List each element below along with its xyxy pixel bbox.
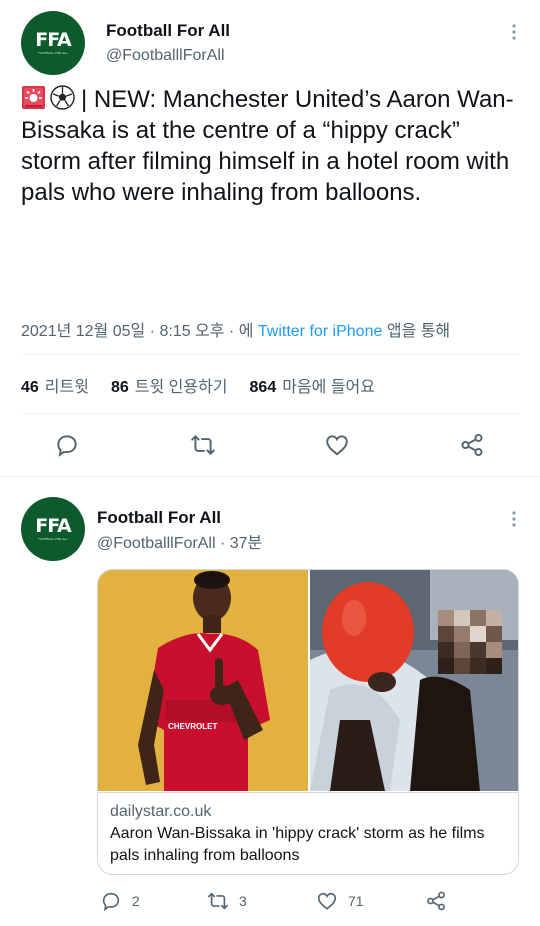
tweet-body: | NEW: Manchester United’s Aaron Wan-Bis… xyxy=(21,86,514,206)
like-count: 71 xyxy=(348,893,364,909)
reply-retweet-button[interactable]: 3 xyxy=(207,890,247,912)
reply-share-button[interactable] xyxy=(425,890,447,912)
source-suffix: 앱을 통해 xyxy=(386,323,451,340)
retweet-count: 3 xyxy=(239,893,247,909)
reply-button[interactable] xyxy=(53,431,81,459)
reply-icon xyxy=(102,892,120,912)
likes-count: 864 xyxy=(249,379,277,396)
tweet-meta: 2021년 12월 05일 · 8:15 오후 · 에 Twitter for … xyxy=(21,317,450,341)
more-icon[interactable] xyxy=(504,509,524,529)
retweet-icon xyxy=(191,435,215,455)
siren-emoji xyxy=(22,86,45,109)
like-icon xyxy=(326,435,348,456)
reply-author-name[interactable]: Football For All xyxy=(97,508,221,528)
link-card[interactable]: CHEVROLET dailystar.co.uk Aaron Wan-Biss… xyxy=(97,569,519,875)
avatar-logo-subtext: FOOTBALL FOR ALL xyxy=(38,537,68,541)
reply-time[interactable]: · 37분 xyxy=(220,535,262,552)
tweet-timestamp[interactable]: 2021년 12월 05일 · 8:15 오후 · 에 xyxy=(21,323,253,340)
card-info: dailystar.co.uk Aaron Wan-Bissaka in 'hi… xyxy=(98,792,518,874)
quotes-stat[interactable]: 86 트윗 인용하기 xyxy=(111,373,228,397)
author-name[interactable]: Football For All xyxy=(106,21,230,41)
reply-author-handle[interactable]: @FootballlForAll xyxy=(97,535,216,552)
retweets-count: 46 xyxy=(21,379,39,396)
section-divider xyxy=(0,476,540,477)
avatar-logo-text: FFA xyxy=(35,515,71,537)
quotes-count: 86 xyxy=(110,379,129,396)
card-domain: dailystar.co.uk xyxy=(110,803,212,820)
reply-reply-button[interactable]: 2 xyxy=(100,890,140,912)
reply-count: 2 xyxy=(132,893,140,909)
likes-stat[interactable]: 864 마음에 들어요 xyxy=(250,373,375,397)
retweet-button[interactable] xyxy=(189,431,217,459)
retweets-stat[interactable]: 46 리트윗 xyxy=(21,373,89,397)
share-icon xyxy=(461,433,483,457)
reply-author-handle-line: @FootballlForAll · 37분 xyxy=(97,529,262,553)
divider xyxy=(21,413,519,414)
like-button[interactable] xyxy=(323,431,351,459)
card-image-player: CHEVROLET xyxy=(98,570,308,791)
avatar-logo-text: FFA xyxy=(35,29,71,51)
card-title: Aaron Wan-Bissaka in 'hippy crack' storm… xyxy=(110,825,485,864)
quotes-label: 트윗 인용하기 xyxy=(134,379,228,396)
share-icon xyxy=(427,891,445,911)
divider xyxy=(21,354,519,355)
tweet-stats: 46 리트윗 86 트윗 인용하기 864 마음에 들어요 xyxy=(21,373,375,397)
author-handle[interactable]: @FootballlForAll xyxy=(106,47,225,65)
source-link[interactable]: Twitter for iPhone xyxy=(258,323,383,340)
reply-author-avatar[interactable]: FFA FOOTBALL FOR ALL xyxy=(21,497,85,561)
card-image-balloon xyxy=(310,570,518,791)
soccer-ball-emoji xyxy=(50,85,75,110)
avatar-logo-subtext: FOOTBALL FOR ALL xyxy=(38,51,68,55)
retweets-label: 리트윗 xyxy=(44,379,89,396)
reply-like-button[interactable]: 71 xyxy=(316,890,364,912)
like-icon xyxy=(317,892,337,910)
share-button[interactable] xyxy=(458,431,486,459)
more-icon[interactable] xyxy=(504,22,524,42)
retweet-icon xyxy=(208,892,228,910)
jersey-sponsor: CHEVROLET xyxy=(168,722,218,731)
likes-label: 마음에 들어요 xyxy=(282,379,375,396)
reply-icon xyxy=(57,435,77,457)
tweet-text: | NEW: Manchester United’s Aaron Wan-Bis… xyxy=(21,84,521,208)
author-avatar[interactable]: FFA FOOTBALL FOR ALL xyxy=(21,11,85,75)
